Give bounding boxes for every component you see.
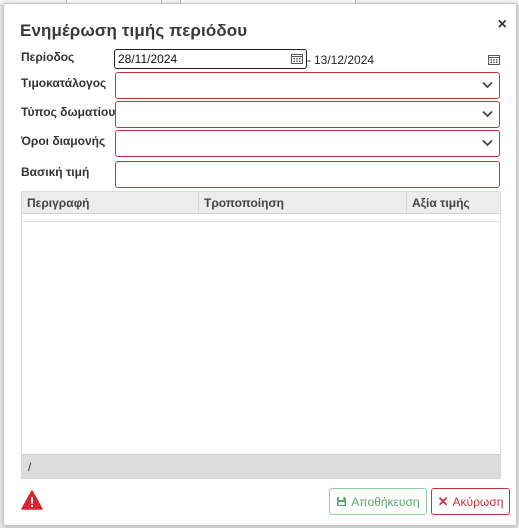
chevron-down-icon bbox=[482, 139, 493, 147]
save-button-label: Αποθήκευση bbox=[351, 494, 420, 509]
save-button[interactable]: Αποθήκευση bbox=[329, 488, 427, 515]
update-price-dialog: Ενημέρωση τιμής περιόδου × Περίοδος 28/1… bbox=[3, 3, 517, 526]
column-header-modification[interactable]: Τροποποίηση bbox=[198, 192, 406, 214]
calendar-icon[interactable] bbox=[488, 54, 500, 65]
cancel-button[interactable]: ✕ Ακύρωση bbox=[431, 488, 510, 515]
period-label: Περίοδος bbox=[21, 50, 75, 64]
chevron-down-icon bbox=[482, 110, 493, 118]
price-modifications-grid: Περιγραφή Τροποποίηση Αξία τιμής / bbox=[21, 191, 501, 479]
grid-header: Περιγραφή Τροποποίηση Αξία τιμής bbox=[22, 192, 500, 214]
stay-terms-label: Όροι διαμονής bbox=[21, 134, 106, 148]
warning-icon[interactable] bbox=[21, 490, 43, 510]
pricelist-select[interactable] bbox=[115, 72, 500, 99]
date-from-input[interactable]: 28/11/2024 bbox=[114, 49, 307, 69]
chevron-down-icon bbox=[482, 81, 493, 89]
date-separator: - bbox=[307, 53, 311, 67]
base-price-label: Βασική τιμή bbox=[21, 165, 90, 179]
calendar-icon[interactable] bbox=[291, 53, 303, 64]
grid-footer: / bbox=[22, 454, 500, 478]
date-from-value: 28/11/2024 bbox=[118, 52, 178, 66]
dialog-title: Ενημέρωση τιμής περιόδου bbox=[20, 21, 248, 40]
base-price-input[interactable] bbox=[115, 161, 500, 188]
save-icon bbox=[337, 497, 347, 506]
close-icon: ✕ bbox=[437, 493, 449, 509]
grid-filter-row bbox=[22, 214, 500, 222]
date-to-input[interactable]: 13/12/2024 bbox=[314, 53, 374, 67]
cancel-button-label: Ακύρωση bbox=[452, 494, 504, 509]
room-type-label: Τύπος δωματίου bbox=[21, 105, 116, 119]
grid-footer-text: / bbox=[28, 460, 32, 474]
close-icon[interactable]: × bbox=[498, 17, 507, 33]
column-header-description[interactable]: Περιγραφή bbox=[22, 192, 198, 214]
column-header-price-value[interactable]: Αξία τιμής bbox=[406, 192, 500, 214]
stay-terms-select[interactable] bbox=[115, 130, 500, 157]
pricelist-label: Τιμοκατάλογος bbox=[21, 76, 107, 90]
room-type-select[interactable] bbox=[115, 101, 500, 128]
